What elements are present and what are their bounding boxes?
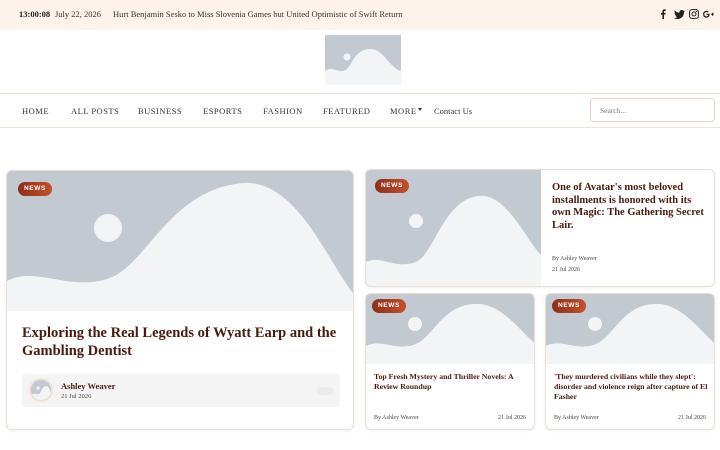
category-badge[interactable]: NEWS: [18, 182, 52, 196]
featured-post-image[interactable]: [7, 171, 353, 311]
post-author[interactable]: By Ashley Weaver: [552, 256, 597, 262]
nav-featured[interactable]: Featured: [323, 106, 370, 116]
post-date: 21 Jul 2026: [552, 267, 581, 273]
comment-count-pill[interactable]: [316, 387, 333, 395]
category-badge[interactable]: NEWS: [552, 299, 586, 313]
post-date: 21 Jul 2026: [677, 415, 706, 421]
current-date: July 22, 2026: [55, 9, 102, 19]
small-post-card[interactable]: NEWS 'They murdered civilians while they…: [545, 293, 715, 430]
featured-post-title[interactable]: Exploring the Real Legends of Wyatt Earp…: [22, 324, 344, 360]
site-logo[interactable]: [325, 35, 401, 85]
nav-fashion[interactable]: Fashion: [263, 106, 303, 116]
nav-business[interactable]: Business: [138, 106, 182, 116]
nav-esports[interactable]: Esports: [203, 106, 242, 116]
image-placeholder-icon: [7, 171, 353, 311]
nav-contact-us[interactable]: Contact Us: [434, 106, 472, 116]
twitter-icon[interactable]: [674, 8, 685, 20]
side-post-title[interactable]: One of Avatar's most beloved installment…: [552, 182, 710, 232]
post-author[interactable]: By Ashley Weaver: [374, 415, 419, 421]
instagram-icon[interactable]: [689, 8, 699, 20]
nav-all-posts[interactable]: All Posts: [71, 106, 119, 116]
featured-post-card[interactable]: NEWS Exploring the Real Legends of Wyatt…: [6, 170, 354, 430]
side-post-card[interactable]: NEWS One of Avatar's most beloved instal…: [365, 169, 715, 287]
small-post-title[interactable]: Top Fresh Mystery and Thriller Novels: A…: [374, 372, 528, 392]
breaking-news-ticker[interactable]: Hurt Benjamin Sesko to Miss Slovenia Gam…: [113, 9, 402, 19]
facebook-icon[interactable]: [660, 8, 666, 20]
small-post-card[interactable]: NEWS Top Fresh Mystery and Thriller Nove…: [365, 293, 535, 430]
search-input[interactable]: [590, 98, 715, 122]
post-date: 21 Jul 2026: [497, 415, 526, 421]
clock-time: 13:00:08: [19, 9, 51, 19]
avatar[interactable]: [29, 378, 53, 402]
post-author[interactable]: By Ashley Weaver: [554, 415, 599, 421]
post-date: 21 Jul 2026: [61, 393, 92, 400]
author-box: Ashley Weaver 21 Jul 2026: [22, 374, 340, 407]
google-plus-icon[interactable]: [703, 8, 714, 20]
nav-more[interactable]: More: [390, 106, 417, 116]
category-badge[interactable]: NEWS: [372, 299, 406, 313]
nav-home[interactable]: Home: [22, 106, 49, 116]
image-placeholder-icon: [31, 380, 51, 400]
small-post-title[interactable]: 'They murdered civilians while they slep…: [554, 372, 710, 401]
image-placeholder-icon: [325, 35, 401, 85]
category-badge[interactable]: NEWS: [375, 179, 409, 193]
top-bar: 13:00:08 July 22, 2026 Hurt Benjamin Ses…: [0, 0, 720, 30]
author-name[interactable]: Ashley Weaver: [61, 381, 115, 391]
chevron-down-icon[interactable]: [418, 108, 422, 111]
